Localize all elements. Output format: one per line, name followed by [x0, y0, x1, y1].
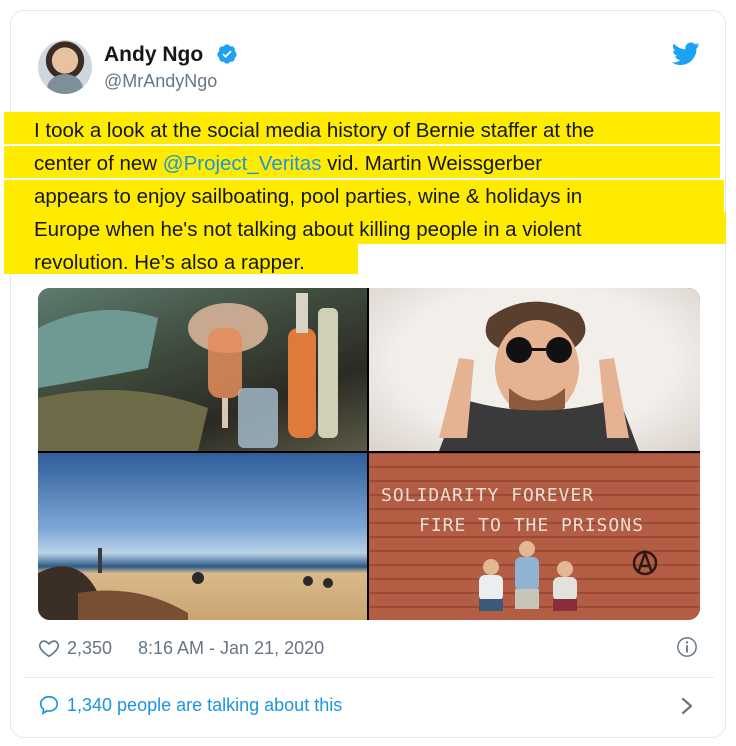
heart-icon[interactable]	[38, 637, 60, 659]
info-icon[interactable]	[676, 636, 698, 658]
tweet-text: I took a look at the social media histor…	[34, 114, 704, 279]
chevron-right-icon[interactable]	[680, 696, 694, 716]
portrait-illustration	[439, 301, 639, 451]
mention-link[interactable]: @Project_Veritas	[163, 152, 322, 175]
comment-bubble-icon	[39, 695, 59, 715]
author-name[interactable]: Andy Ngo	[104, 43, 203, 67]
tweet-text-segment: vid. Martin Weissgerber	[321, 152, 543, 175]
media-photo-portrait[interactable]	[369, 288, 700, 451]
drinks-illustration	[38, 293, 338, 451]
anarchy-symbol-icon	[632, 549, 658, 576]
tweet-text-segment: center of new	[34, 152, 163, 175]
tweet-line: center of new @Project_Veritas vid. Mart…	[34, 147, 704, 180]
author-handle[interactable]: @MrAndyNgo	[104, 71, 217, 92]
conversation-count-label[interactable]: 1,340 people are talking about this	[67, 695, 342, 716]
like-count[interactable]: 2,350	[67, 638, 112, 659]
group-people-illustration	[479, 541, 577, 611]
tweet-line: Europe when he's not talking about killi…	[34, 218, 582, 241]
footer-divider	[24, 677, 714, 678]
twitter-bird-icon[interactable]	[672, 42, 700, 66]
media-photo-drinks[interactable]	[38, 288, 367, 451]
tweet-timestamp[interactable]: 8:16 AM - Jan 21, 2020	[138, 638, 324, 659]
graffiti-text: SOLIDARITY FOREVER	[381, 485, 595, 506]
graffiti-text: FIRE TO THE PRISONS	[419, 515, 644, 536]
tweet-line: I took a look at the social media histor…	[34, 119, 595, 142]
tweet-line: revolution. He’s also a rapper.	[34, 251, 305, 274]
media-grid: SOLIDARITY FOREVER FIRE TO THE PRISONS	[38, 288, 700, 620]
tweet-line: appears to enjoy sailboating, pool parti…	[34, 185, 583, 208]
beach-illustration	[38, 453, 333, 620]
verified-badge-icon	[217, 44, 237, 64]
author-avatar[interactable]	[38, 40, 92, 94]
media-photo-graffiti-wall[interactable]: SOLIDARITY FOREVER FIRE TO THE PRISONS	[369, 453, 700, 620]
media-photo-beach[interactable]	[38, 453, 367, 620]
